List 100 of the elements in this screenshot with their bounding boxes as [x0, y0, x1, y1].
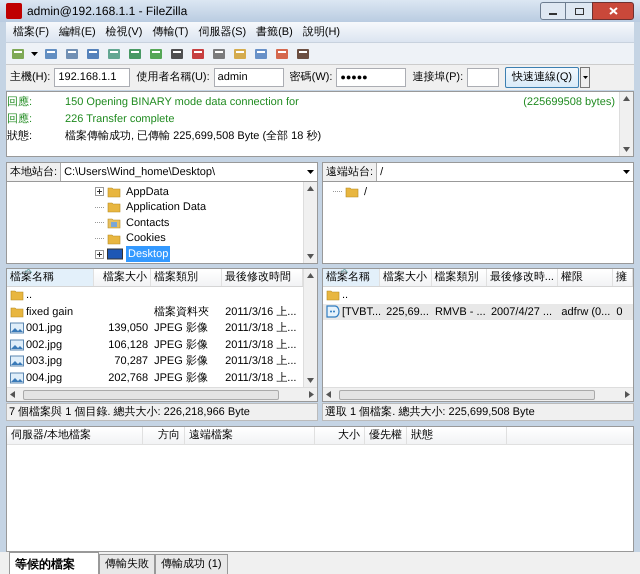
table-cell-text: 202,768	[108, 370, 148, 386]
dropdown-arrow-icon[interactable]	[307, 170, 314, 174]
scrollbar[interactable]	[303, 269, 317, 387]
password-field[interactable]: ●●●●●	[336, 68, 406, 87]
field-label: 主機(H):	[10, 70, 50, 86]
scroll-thumb[interactable]	[339, 390, 595, 400]
column-header[interactable]: 檔案大小	[380, 269, 432, 286]
log-label: 狀態:	[7, 129, 34, 144]
column-header[interactable]: 方向	[143, 427, 185, 444]
folder-icon	[107, 186, 121, 198]
log-message: (225699508 bytes)	[523, 95, 616, 110]
tab[interactable]: 等候的檔案	[9, 552, 99, 574]
dropdown-button[interactable]	[580, 67, 590, 88]
table-cell-text: 2007/4/27 ...	[490, 304, 552, 320]
table-cell-text: 004.jpg	[26, 370, 62, 386]
image-file-icon	[10, 322, 24, 334]
minimize-button[interactable]	[540, 2, 566, 20]
up-arrow-icon[interactable]	[307, 273, 314, 278]
tree-item[interactable]: Contacts	[124, 214, 172, 232]
menu-item[interactable]: 說明(H)	[298, 24, 344, 40]
table-cell-text: 70,287	[114, 354, 148, 369]
scrollbar[interactable]	[7, 387, 317, 401]
dropdown-arrow-icon[interactable]	[623, 170, 630, 174]
file-row[interactable]: ..	[7, 287, 303, 304]
expand-plus-icon[interactable]	[95, 250, 104, 259]
contacts-folder-icon	[107, 216, 121, 229]
column-header[interactable]: 擁	[613, 269, 633, 286]
image-file-icon	[10, 355, 24, 368]
scrollbar[interactable]	[323, 387, 633, 401]
menu-item[interactable]: 傳輸(T)	[148, 24, 192, 40]
column-header[interactable]: 檔案名稱	[323, 269, 380, 286]
menu-item[interactable]: 書籤(B)	[252, 24, 297, 40]
menu-item[interactable]: 檔案(F)	[9, 24, 54, 40]
monitor-icon	[107, 248, 123, 260]
scroll-thumb[interactable]	[23, 390, 279, 400]
menu-item[interactable]: 編輯(E)	[55, 24, 100, 40]
right-arrow-icon[interactable]	[309, 391, 314, 398]
left-arrow-icon[interactable]	[10, 391, 15, 398]
input-field[interactable]	[467, 68, 500, 87]
table-cell-text: 001.jpg	[26, 321, 62, 336]
file-row[interactable]: fixed gain 檔案資料夾 2011/3/16 上...	[7, 304, 303, 320]
input-field[interactable]: admin	[214, 68, 284, 87]
tab[interactable]: 傳輸成功 (1)	[155, 554, 228, 574]
tree-item[interactable]: AppData	[124, 184, 171, 200]
down-arrow-icon[interactable]	[307, 378, 314, 383]
tree-item[interactable]: Application Data	[124, 199, 208, 216]
table-cell-text: [TVBT...	[342, 304, 382, 320]
expand-plus-icon[interactable]	[95, 187, 104, 196]
file-row[interactable]: 001.jpg 139,050 JPEG 影像 2011/3/18 上...	[7, 320, 303, 336]
menu-item[interactable]: 伺服器(S)	[194, 24, 250, 40]
column-header[interactable]: 檔案名稱	[7, 269, 94, 286]
quickconnect-button[interactable]: 快速連線(Q)	[505, 67, 580, 88]
folder-icon	[107, 201, 121, 214]
table-cell-text: 106,128	[108, 338, 148, 352]
scrollbar[interactable]	[619, 92, 633, 156]
column-header[interactable]: 檔案類別	[432, 269, 487, 286]
table-cell-text: fixed gain	[26, 304, 74, 320]
column-header[interactable]: 優先權	[365, 427, 407, 444]
down-arrow-icon[interactable]	[623, 147, 630, 152]
up-arrow-icon[interactable]	[307, 186, 314, 191]
caret-icon	[582, 76, 588, 79]
path-field[interactable]: /	[376, 163, 633, 181]
maximize-button[interactable]	[566, 2, 592, 20]
column-header[interactable]: 檔案類別	[151, 269, 222, 286]
file-row[interactable]: 004.jpg 202,768 JPEG 影像 2011/3/18 上...	[7, 370, 303, 386]
table-cell-text: 0	[616, 304, 622, 320]
file-row[interactable]: [TVBT... 225,69... RMVB - ... 2007/4/27 ... adfrw (0... 0	[323, 304, 633, 320]
column-header[interactable]: 遠端檔案	[185, 427, 315, 444]
column-header[interactable]: 權限	[558, 269, 614, 286]
column-header[interactable]: 伺服器/本地檔案	[7, 427, 143, 444]
table-cell-text: 2011/3/18 上...	[225, 370, 296, 386]
table-cell-text: 2011/3/18 上...	[225, 338, 296, 352]
image-file-icon	[10, 338, 24, 351]
down-arrow-icon[interactable]	[307, 254, 314, 259]
tab[interactable]: 傳輸失敗	[99, 554, 155, 574]
tree-item[interactable]: Cookies	[124, 230, 168, 247]
log-message: 150 Opening BINARY mode data connection for	[65, 95, 300, 110]
left-arrow-icon[interactable]	[326, 391, 331, 398]
window-title: admin@192.168.1.1 - FileZilla	[27, 3, 188, 20]
file-row[interactable]: 003.jpg 70,287 JPEG 影像 2011/3/18 上...	[7, 353, 303, 370]
table-cell-text: JPEG 影像	[154, 338, 208, 352]
column-header[interactable]: 大小	[315, 427, 365, 444]
column-header[interactable]: 最後修改時...	[486, 269, 558, 286]
menu-item[interactable]: 檢視(V)	[102, 24, 146, 40]
path-field[interactable]: C:\Users\Wind_home\Desktop\	[60, 163, 317, 181]
close-button[interactable]	[592, 2, 634, 20]
table-cell-text: 2011/3/18 上...	[225, 321, 296, 336]
maximize-icon	[574, 8, 584, 14]
file-row[interactable]: ..	[323, 287, 633, 304]
scrollbar[interactable]	[303, 182, 317, 263]
caret-icon[interactable]	[31, 52, 38, 56]
site-label: 本地站台:	[9, 164, 58, 180]
tree-item[interactable]: /	[362, 184, 370, 200]
column-header[interactable]: 狀態	[407, 427, 507, 444]
right-arrow-icon[interactable]	[625, 391, 630, 398]
up-arrow-icon[interactable]	[623, 96, 630, 101]
column-header[interactable]: 檔案大小	[94, 269, 152, 286]
file-row[interactable]: 002.jpg 106,128 JPEG 影像 2011/3/18 上...	[7, 336, 303, 353]
field-label: 密碼(W):	[290, 70, 332, 86]
input-field[interactable]: 192.168.1.1	[54, 68, 130, 87]
